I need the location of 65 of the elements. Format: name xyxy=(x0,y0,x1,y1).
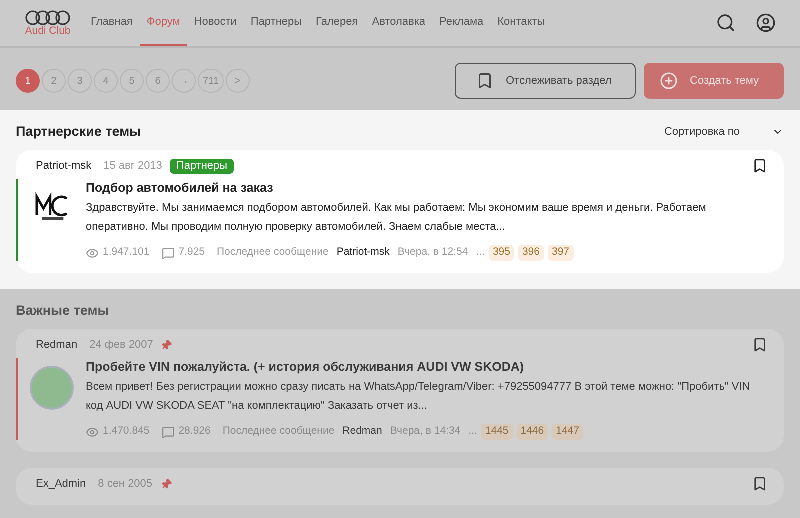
nav-link[interactable]: Форум xyxy=(140,0,188,46)
views-icon xyxy=(86,426,99,439)
follow-button[interactable]: Отслеживать раздел xyxy=(455,63,636,99)
bookmark-icon[interactable] xyxy=(752,158,768,174)
page-button[interactable]: → xyxy=(172,69,196,93)
author-name[interactable]: Redman xyxy=(36,337,78,354)
bookmark-icon xyxy=(476,72,494,90)
page-button[interactable]: 5 xyxy=(120,69,144,93)
replies-icon xyxy=(162,426,175,439)
page-link[interactable]: 1445 xyxy=(481,424,513,440)
logo-text: Audi Club xyxy=(25,26,71,36)
create-button[interactable]: Создать тему xyxy=(644,63,784,99)
page-button[interactable]: 4 xyxy=(94,69,118,93)
nav-link[interactable]: Реклама xyxy=(432,0,491,46)
nav-link[interactable]: Новости xyxy=(187,0,244,46)
plus-icon xyxy=(660,72,678,90)
section-title: Важные темы xyxy=(16,302,110,320)
page-button[interactable]: 6 xyxy=(146,69,170,93)
author-name[interactable]: Ex_Admin xyxy=(36,476,86,492)
last-author[interactable]: Patriot-msk xyxy=(336,245,390,261)
page-button[interactable]: 3 xyxy=(68,69,92,93)
search-icon[interactable] xyxy=(716,13,736,33)
page-button[interactable]: 2 xyxy=(42,69,66,93)
section-title: Партнерские темы xyxy=(16,122,142,141)
page-link[interactable]: 396 xyxy=(518,245,544,261)
topic-excerpt: Здравствуйте. Мы занимаемся подбором автомобилей. Как мы работаем: Мы экономим ваше время и деньги. Работаем оперативно. Мы проводим полную проверку автомобилей. Знаем слабые места... xyxy=(86,201,708,236)
last-message-label: Последнее сообщение xyxy=(217,245,329,260)
topic-date: 8 сен 2005 xyxy=(98,477,153,492)
page-link[interactable]: 1447 xyxy=(552,424,584,440)
last-author[interactable]: Redman xyxy=(342,424,382,440)
views-icon xyxy=(86,246,99,260)
last-time: Вчера, в 12:54 xyxy=(398,245,468,260)
nav-link[interactable]: Автолавка xyxy=(365,0,433,46)
topic-date: 24 фев 2007 xyxy=(90,338,154,353)
last-message-label: Последнее сообщение xyxy=(222,424,335,440)
rings-logo-icon xyxy=(24,10,72,26)
avatar-picture xyxy=(30,366,74,410)
author-name[interactable]: Patriot-msk xyxy=(36,158,92,174)
page-link[interactable]: 1446 xyxy=(516,424,548,440)
page-link[interactable]: 397 xyxy=(548,245,574,261)
page-button[interactable]: 1 xyxy=(16,69,40,93)
pages-ellipsis: ... xyxy=(476,245,485,260)
views-count: 1.470.845 xyxy=(103,424,150,440)
last-time: Вчера, в 14:34 xyxy=(390,424,461,440)
tag-label: Партнеры xyxy=(170,158,234,174)
nav-link[interactable]: Контакты xyxy=(490,0,552,46)
page-button[interactable]: 711 xyxy=(198,69,224,93)
bookmark-icon[interactable] xyxy=(752,337,768,354)
topic-title[interactable]: Подбор автомобилей на заказ xyxy=(86,178,768,198)
views-count: 1.947.101 xyxy=(103,245,150,260)
page-button[interactable]: > xyxy=(226,69,250,93)
nav-link[interactable]: Партнеры xyxy=(244,0,310,46)
replies-count: 28.926 xyxy=(178,424,211,440)
replies-count: 7.925 xyxy=(178,245,205,260)
page-link[interactable]: 395 xyxy=(488,245,514,261)
nav-link[interactable]: Галерея xyxy=(309,0,366,46)
topic-title[interactable]: Пробейте VIN пожалуйста. (+ история обслуживания AUDI VW SKODA) xyxy=(86,358,768,376)
nav-link[interactable]: Главная xyxy=(84,0,140,46)
replies-icon xyxy=(162,246,175,260)
topic-date: 15 авг 2013 xyxy=(104,159,162,174)
topic-excerpt: Всем привет! Без регистрации можно сразу писать на WhatsApp/Telegram/Viber: +79255094777 В этой теме можно: "Пробить" VIN код AUDI VW SKODA SEAT "на комплектацию" Заказать отчет из... xyxy=(86,380,752,414)
sort-label[interactable]: Сортировка по xyxy=(664,124,740,140)
bookmark-icon[interactable] xyxy=(752,476,768,492)
user-icon[interactable] xyxy=(756,13,776,33)
pages-ellipsis: ... xyxy=(468,424,478,440)
